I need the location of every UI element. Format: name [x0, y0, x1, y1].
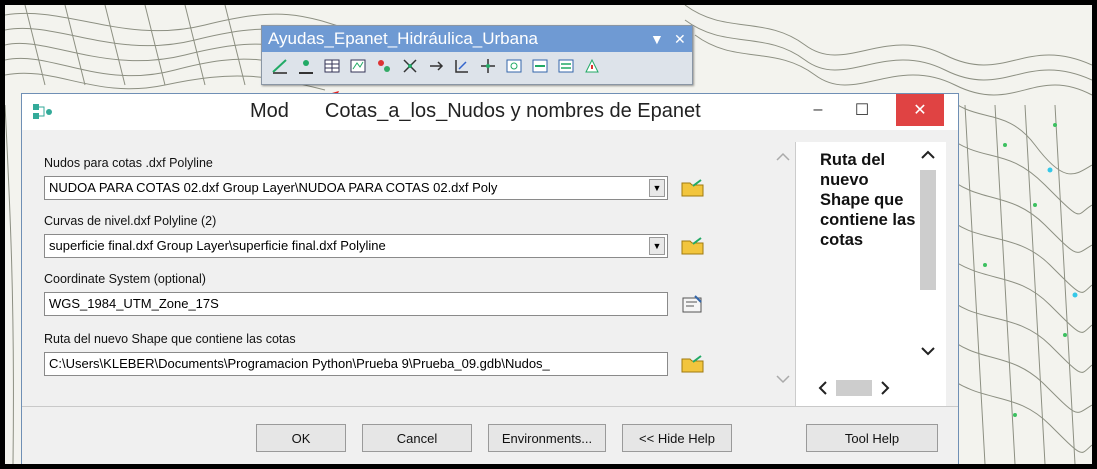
toolbar-title: Ayudas_Epanet_Hidráulica_Urbana: [268, 29, 538, 48]
coord-label: Coordinate System (optional): [44, 272, 206, 286]
nodes-dropdown-icon[interactable]: ▼: [649, 179, 665, 197]
folder-icon: [681, 179, 704, 197]
contours-combo[interactable]: superficie final.dxf Group Layer\superfi…: [44, 234, 668, 258]
toolbar-close-icon[interactable]: ✕: [668, 26, 686, 52]
contours-label: Curvas de nivel.dxf Polyline (2): [44, 214, 217, 228]
parameters-panel: Nudos para cotas .dxf Polyline NUDOA PAR…: [44, 142, 784, 406]
app-icon: [33, 104, 52, 119]
table-icon[interactable]: [322, 56, 342, 76]
coord-input-value: WGS_1984_UTM_Zone_17S: [49, 296, 219, 311]
output-label: Ruta del nuevo Shape que contiene las co…: [44, 332, 296, 346]
dialog-titlebar[interactable]: Mod Cotas_a_los_Nudos y nombres de Epanet…: [22, 94, 958, 130]
help-hscrollbar[interactable]: [796, 370, 946, 404]
output-path-value: C:\Users\KLEBER\Documents\Programacion P…: [49, 356, 550, 371]
tool-9-icon[interactable]: [478, 56, 498, 76]
minimize-button[interactable]: –: [796, 94, 840, 126]
parameters-scrollbar[interactable]: [770, 142, 796, 406]
nodes-combo-value: NUDOA PARA COTAS 02.dxf Group Layer\NUDO…: [49, 180, 498, 195]
coord-input[interactable]: WGS_1984_UTM_Zone_17S: [44, 292, 668, 316]
tool-2-icon[interactable]: [296, 56, 316, 76]
toolbar-window: Ayudas_Epanet_Hidráulica_Urbana ▼ ✕: [261, 25, 693, 85]
output-path-input[interactable]: C:\Users\KLEBER\Documents\Programacion P…: [44, 352, 668, 376]
cancel-button[interactable]: Cancel: [362, 424, 472, 452]
tool-12-icon[interactable]: [556, 56, 576, 76]
nodes-combo[interactable]: NUDOA PARA COTAS 02.dxf Group Layer\NUDO…: [44, 176, 668, 200]
contours-dropdown-icon[interactable]: ▼: [649, 237, 665, 255]
toolbar-titlebar[interactable]: Ayudas_Epanet_Hidráulica_Urbana ▼ ✕: [262, 26, 692, 52]
help-scroll-down-icon: [921, 347, 935, 356]
tool-5-icon[interactable]: [374, 56, 394, 76]
tool-dialog: Mod Cotas_a_los_Nudos y nombres de Epanet…: [21, 93, 959, 464]
folder-icon: [681, 237, 704, 255]
help-text: Ruta del nuevo Shape que contiene las co…: [820, 151, 916, 249]
close-button[interactable]: ✕: [896, 94, 944, 126]
help-scroll-right-icon: [881, 381, 890, 395]
dialog-title: Mod Cotas_a_los_Nudos y nombres de Epanet: [250, 100, 701, 122]
tool-13-icon[interactable]: [582, 56, 602, 76]
tool-11-icon[interactable]: [530, 56, 550, 76]
help-scroll-left-icon: [818, 381, 827, 395]
properties-icon: [682, 295, 702, 313]
scroll-up-icon: [776, 152, 790, 161]
scroll-down-icon: [776, 375, 790, 384]
nodes-label: Nudos para cotas .dxf Polyline: [44, 156, 213, 170]
coord-properties-button[interactable]: [680, 292, 706, 316]
tool-1-icon[interactable]: [270, 56, 290, 76]
tool-10-icon[interactable]: [504, 56, 524, 76]
ok-button[interactable]: OK: [256, 424, 346, 452]
help-hscroll-thumb: [836, 380, 872, 396]
toolbar-dropdown-icon[interactable]: ▼: [644, 26, 664, 52]
contours-browse-button[interactable]: [680, 234, 706, 258]
tool-8-icon[interactable]: [452, 56, 472, 76]
contours-combo-value: superficie final.dxf Group Layer\superfi…: [49, 238, 386, 253]
nodes-browse-button[interactable]: [680, 176, 706, 200]
toolbar-icons: [270, 56, 602, 80]
environments-button[interactable]: Environments...: [488, 424, 606, 452]
folder-icon: [681, 355, 704, 373]
button-separator: [22, 406, 958, 407]
output-browse-button[interactable]: [680, 352, 706, 376]
help-scroll-thumb: [920, 170, 936, 290]
help-vscrollbar[interactable]: [914, 142, 942, 364]
map-icon[interactable]: [348, 56, 368, 76]
tool-help-button[interactable]: Tool Help: [806, 424, 938, 452]
hide-help-button[interactable]: << Hide Help: [622, 424, 732, 452]
tool-7-icon[interactable]: [426, 56, 446, 76]
screenshot-frame: Ayudas_Epanet_Hidráulica_Urbana ▼ ✕ Mod …: [5, 5, 1092, 464]
maximize-button[interactable]: ☐: [840, 94, 884, 126]
tool-6-icon[interactable]: [400, 56, 420, 76]
help-panel: Ruta del nuevo Shape que contiene las co…: [795, 142, 946, 406]
help-scroll-up-icon: [921, 150, 935, 159]
